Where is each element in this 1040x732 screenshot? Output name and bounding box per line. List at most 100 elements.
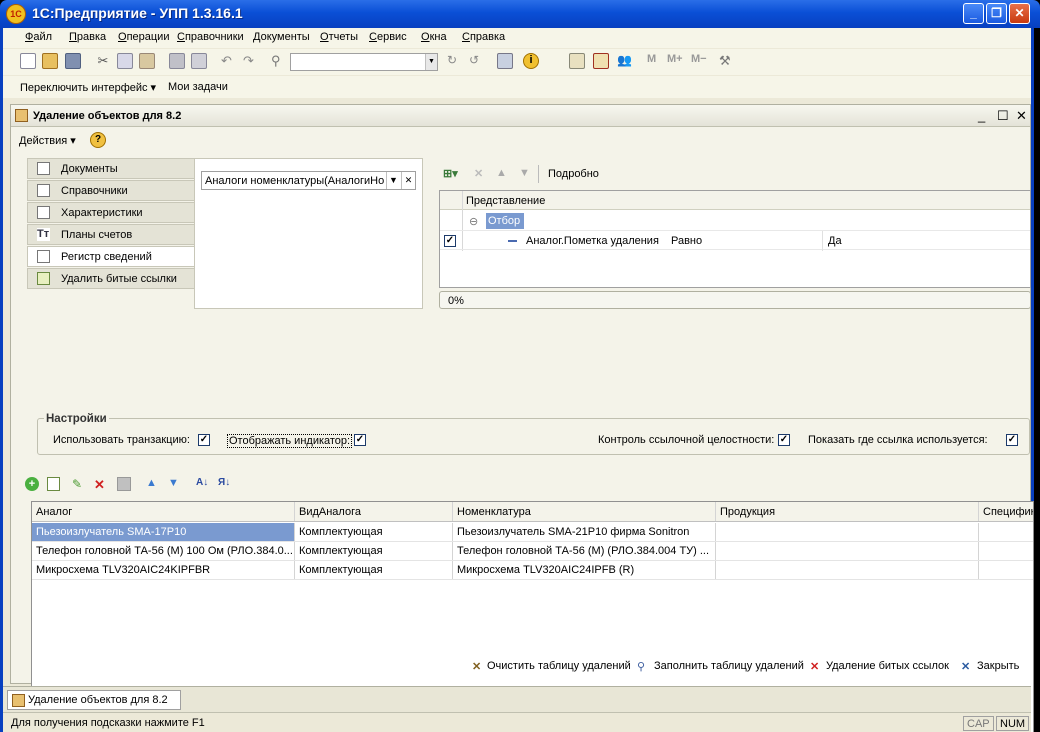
add-condition-icon[interactable]: ⊞▾	[443, 167, 458, 180]
table-cell[interactable]: Комплектующая	[295, 542, 453, 560]
preview-icon[interactable]	[191, 53, 207, 69]
undo-icon[interactable]: ↶	[221, 53, 237, 69]
menu-operations[interactable]: Операции	[118, 31, 169, 43]
tab-info-register[interactable]: Регистр сведений	[27, 246, 197, 267]
filter-condition[interactable]: Равно	[671, 235, 702, 247]
move-down-icon[interactable]: ▼	[519, 167, 530, 179]
calculator-icon[interactable]	[569, 53, 585, 69]
sort-desc-icon[interactable]: Я↓	[218, 477, 230, 488]
info-icon[interactable]: i	[523, 53, 539, 69]
menu-help[interactable]: Справка	[462, 31, 505, 43]
ref-integrity-checkbox[interactable]: ✓	[778, 434, 790, 446]
tab-catalogs[interactable]: Справочники	[27, 180, 195, 201]
new-icon[interactable]	[20, 53, 36, 69]
delete-icon[interactable]: ✕	[474, 167, 483, 180]
table-row[interactable]: Микросхема TLV320AIC24KIPFBR Комплектующ…	[32, 561, 1033, 580]
table-row[interactable]: Телефон головной ТА-56 (М) 100 Ом (РЛО.3…	[32, 542, 1033, 561]
table-cell[interactable]	[716, 523, 979, 541]
copy-icon[interactable]	[117, 53, 133, 69]
menu-service[interactable]: Сервис	[369, 31, 407, 43]
find-prev-icon[interactable]: ↺	[469, 53, 485, 69]
my-tasks-button[interactable]: Мои задачи	[168, 81, 228, 93]
table-cell[interactable]	[979, 523, 1033, 541]
close-button[interactable]: ✕	[1009, 3, 1030, 24]
move-up-icon[interactable]: ▲	[496, 167, 507, 179]
column-header[interactable]: Специфик	[979, 502, 1033, 521]
table-row[interactable]: Пьезоизлучатель SMA-17P10 Комплектующая …	[32, 523, 1033, 542]
table-cell[interactable]	[979, 542, 1033, 560]
cut-icon[interactable]: ✂	[95, 53, 111, 69]
doc-close-button[interactable]: ✕	[1016, 108, 1027, 124]
clear-table-button[interactable]: Очистить таблицу удалений	[487, 660, 631, 672]
chevron-down-icon[interactable]: ▼	[386, 172, 400, 189]
doc-minimize-button[interactable]: _	[978, 108, 985, 123]
table-cell[interactable]: Пьезоизлучатель SMA-21P10 фирма Sonitron	[453, 523, 716, 541]
table-cell[interactable]: Микросхема TLV320AIC24KIPFBR	[32, 561, 295, 579]
print-icon[interactable]	[169, 53, 185, 69]
taskbar-item[interactable]: Удаление объектов для 8.2	[7, 690, 181, 710]
table-cell[interactable]: Микросхема TLV320AIC24IPFB (R)	[453, 561, 716, 579]
menu-edit[interactable]: Правка	[69, 31, 106, 43]
tab-chart-of-accounts[interactable]: Тт Планы счетов	[27, 224, 195, 245]
search-combo[interactable]: ▼	[290, 53, 438, 71]
maximize-button[interactable]: ❐	[986, 3, 1007, 24]
actions-menu[interactable]: Действия ▾	[19, 134, 76, 147]
users-icon[interactable]: 👥	[617, 53, 633, 69]
column-header[interactable]: Аналог	[32, 502, 295, 521]
menu-file[interactable]: Файл	[25, 31, 52, 43]
menu-catalogs[interactable]: Справочники	[177, 31, 244, 43]
table-cell[interactable]	[716, 542, 979, 560]
memory-m-icon[interactable]: M	[647, 53, 663, 69]
edit-row-icon[interactable]: ✎	[72, 477, 82, 491]
table-cell[interactable]	[979, 561, 1033, 579]
delete-broken-links-button[interactable]: Удаление битых ссылок	[826, 660, 949, 672]
table-cell[interactable]: Пьезоизлучатель SMA-17P10	[32, 523, 295, 541]
help-icon[interactable]: ?	[90, 132, 106, 148]
windows-icon[interactable]	[497, 53, 513, 69]
redo-icon[interactable]: ↷	[243, 53, 259, 69]
column-header[interactable]: ВидАналога	[295, 502, 453, 521]
delete-row-icon[interactable]: ✕	[94, 477, 105, 493]
filter-row-checkbox[interactable]: ✓	[444, 235, 456, 247]
table-cell[interactable]: Телефон головной ТА-56 (М) 100 Ом (РЛО.3…	[32, 542, 295, 560]
find-next-icon[interactable]: ↻	[447, 53, 463, 69]
paste-icon[interactable]	[139, 53, 155, 69]
tab-documents[interactable]: Документы	[27, 158, 195, 179]
details-button[interactable]: Подробно	[548, 168, 599, 180]
calendar-icon[interactable]	[593, 53, 609, 69]
chevron-down-icon[interactable]: ▼	[425, 54, 437, 70]
menu-windows[interactable]: Окна	[421, 31, 447, 43]
add-row-icon[interactable]: +	[25, 477, 39, 491]
save-icon[interactable]	[65, 53, 81, 69]
doc-maximize-button[interactable]: ☐	[997, 108, 1009, 124]
memory-plus-icon[interactable]: M+	[667, 53, 691, 69]
column-header[interactable]: Продукция	[716, 502, 979, 521]
tools-icon[interactable]: ⚒	[719, 53, 735, 69]
tab-characteristics[interactable]: Характеристики	[27, 202, 195, 223]
table-cell[interactable]	[716, 561, 979, 579]
use-transaction-checkbox[interactable]: ✓	[198, 434, 210, 446]
filter-row[interactable]: ✓ Аналог.Пометка удаления Равно Да	[440, 230, 1030, 251]
filter-group[interactable]: Отбор	[486, 213, 524, 229]
move-down-icon[interactable]: ▼	[168, 477, 179, 489]
save-row-icon[interactable]	[117, 477, 131, 491]
table-cell[interactable]: Комплектующая	[295, 561, 453, 579]
register-select[interactable]: Аналоги номенклатуры(АналогиНо ▼ ✕	[201, 171, 416, 190]
column-header[interactable]: Номенклатура	[453, 502, 716, 521]
filter-value[interactable]: Да	[828, 235, 842, 247]
table-cell[interactable]: Комплектующая	[295, 523, 453, 541]
close-form-button[interactable]: Закрыть	[977, 660, 1019, 672]
table-cell[interactable]: Телефон головной ТА-56 (М) (РЛО.384.004 …	[453, 542, 716, 560]
minimize-button[interactable]: _	[963, 3, 984, 24]
collapse-icon[interactable]: ⊖	[469, 215, 478, 228]
copy-row-icon[interactable]	[47, 477, 60, 491]
show-usage-checkbox[interactable]: ✓	[1006, 434, 1018, 446]
menu-documents[interactable]: Документы	[253, 31, 310, 43]
clear-icon[interactable]: ✕	[401, 172, 415, 189]
tab-delete-broken-links[interactable]: Удалить битые ссылки	[27, 268, 195, 289]
move-up-icon[interactable]: ▲	[146, 477, 157, 489]
show-indicator-checkbox[interactable]: ✓	[354, 434, 366, 446]
open-icon[interactable]	[42, 53, 58, 69]
menu-reports[interactable]: Отчеты	[320, 31, 358, 43]
search-icon[interactable]: ⚲	[271, 53, 287, 69]
